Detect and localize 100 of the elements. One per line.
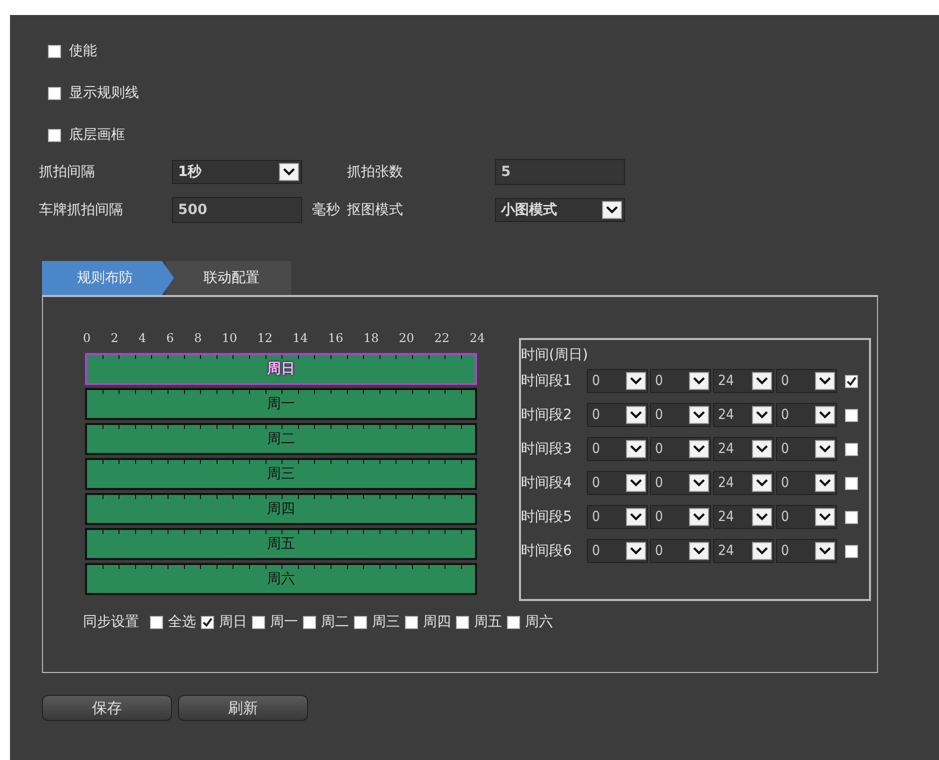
day-timeline-bar[interactable]: 周六 (85, 563, 477, 595)
time-select[interactable]: 0 (587, 369, 648, 393)
action-button[interactable]: 保存 (42, 695, 172, 721)
day-timeline-bar[interactable]: 周三 (85, 458, 477, 490)
time-select[interactable]: 0 (776, 437, 837, 461)
checkbox[interactable] (303, 616, 316, 628)
time-select[interactable]: 0 (776, 403, 837, 427)
checkbox[interactable] (845, 476, 858, 490)
action-button[interactable]: 刷新 (178, 695, 308, 721)
caret-icon[interactable] (815, 406, 835, 424)
time-select[interactable]: 0 (587, 403, 648, 427)
caret-icon[interactable] (626, 372, 646, 390)
caret-icon[interactable] (279, 163, 299, 181)
input-field[interactable]: 5 (495, 159, 625, 185)
tab[interactable]: 联动配置 (166, 261, 291, 295)
time-select[interactable]: 0 (650, 369, 711, 393)
time-panel-title: 时间(周日) (521, 346, 589, 364)
time-select[interactable]: 24 (713, 403, 774, 427)
hour-label: 0 (83, 331, 91, 347)
time-select[interactable]: 0 (650, 403, 711, 427)
checkbox-label: 全选 (168, 613, 196, 631)
caret-icon[interactable] (626, 542, 646, 560)
setting-label: 抓拍间隔 (39, 163, 96, 181)
caret-icon[interactable] (626, 406, 646, 424)
caret-icon[interactable] (689, 508, 709, 526)
time-select[interactable]: 0 (650, 437, 711, 461)
hour-label: 8 (194, 331, 202, 347)
caret-icon[interactable] (815, 508, 835, 526)
caret-icon[interactable] (752, 440, 772, 458)
day-timeline-bar[interactable]: 周二 (85, 423, 477, 455)
caret-icon[interactable] (752, 406, 772, 424)
caret-icon[interactable] (689, 406, 709, 424)
checkbox-label: 周二 (321, 613, 349, 631)
checkbox-label: 周四 (423, 613, 451, 631)
time-select[interactable]: 24 (713, 471, 774, 495)
time-select[interactable]: 0 (587, 437, 648, 461)
caret-icon[interactable] (602, 201, 622, 219)
checkbox-label: 周一 (270, 613, 298, 631)
hour-label: 4 (138, 331, 146, 347)
checkbox[interactable] (354, 616, 367, 628)
caret-icon[interactable] (689, 440, 709, 458)
setting-label: 抓拍张数 (347, 163, 404, 181)
checkbox[interactable] (507, 616, 520, 628)
caret-icon[interactable] (752, 508, 772, 526)
time-select[interactable]: 0 (587, 471, 648, 495)
checkbox[interactable] (405, 616, 418, 628)
checkbox-label: 显示规则线 (69, 84, 139, 102)
day-timeline-bar[interactable]: 周五 (85, 528, 477, 560)
caret-icon[interactable] (815, 474, 835, 492)
period-label: 时间段5 (521, 508, 573, 526)
caret-icon[interactable] (752, 474, 772, 492)
dropdown-select[interactable]: 1秒 (172, 160, 302, 184)
hour-label: 24 (470, 331, 485, 347)
time-select[interactable]: 0 (650, 505, 711, 529)
checkbox[interactable] (845, 374, 858, 388)
checkbox[interactable] (456, 616, 469, 628)
time-select[interactable]: 0 (650, 539, 711, 563)
dropdown-select[interactable]: 小图模式 (495, 198, 625, 222)
checkbox[interactable] (48, 86, 61, 100)
checkbox[interactable] (845, 510, 858, 524)
time-select[interactable]: 0 (587, 505, 648, 529)
time-select[interactable]: 24 (713, 539, 774, 563)
time-select[interactable]: 24 (713, 369, 774, 393)
time-select[interactable]: 0 (587, 539, 648, 563)
day-timeline-bar[interactable]: 周一 (85, 388, 477, 420)
hour-label: 18 (363, 331, 379, 347)
time-select[interactable]: 24 (713, 437, 774, 461)
hour-label: 16 (328, 331, 344, 347)
caret-icon[interactable] (689, 474, 709, 492)
time-select[interactable]: 0 (776, 539, 837, 563)
caret-icon[interactable] (815, 372, 835, 390)
day-timeline-bar[interactable]: 周四 (85, 493, 477, 525)
time-select[interactable]: 0 (776, 369, 837, 393)
caret-icon[interactable] (752, 372, 772, 390)
caret-icon[interactable] (626, 440, 646, 458)
caret-icon[interactable] (626, 508, 646, 526)
time-select[interactable]: 0 (776, 471, 837, 495)
hour-label: 2 (110, 331, 118, 347)
checkbox[interactable] (201, 616, 214, 628)
checkbox[interactable] (48, 128, 61, 142)
checkbox[interactable] (845, 442, 858, 456)
caret-icon[interactable] (626, 474, 646, 492)
hour-label: 12 (257, 331, 273, 347)
time-select[interactable]: 0 (776, 505, 837, 529)
checkbox[interactable] (150, 616, 163, 628)
checkbox[interactable] (845, 544, 858, 558)
caret-icon[interactable] (689, 542, 709, 560)
caret-icon[interactable] (752, 542, 772, 560)
input-field[interactable]: 500 (172, 197, 302, 223)
caret-icon[interactable] (689, 372, 709, 390)
caret-icon[interactable] (815, 440, 835, 458)
caret-icon[interactable] (815, 542, 835, 560)
checkbox[interactable] (48, 44, 61, 58)
checkbox[interactable] (252, 616, 265, 628)
time-select[interactable]: 0 (650, 471, 711, 495)
checkbox[interactable] (845, 408, 858, 422)
checkbox-label: 周五 (474, 613, 502, 631)
time-select[interactable]: 24 (713, 505, 774, 529)
checkbox-label: 周日 (219, 613, 247, 631)
setting-label: 抠图模式 (347, 201, 404, 219)
